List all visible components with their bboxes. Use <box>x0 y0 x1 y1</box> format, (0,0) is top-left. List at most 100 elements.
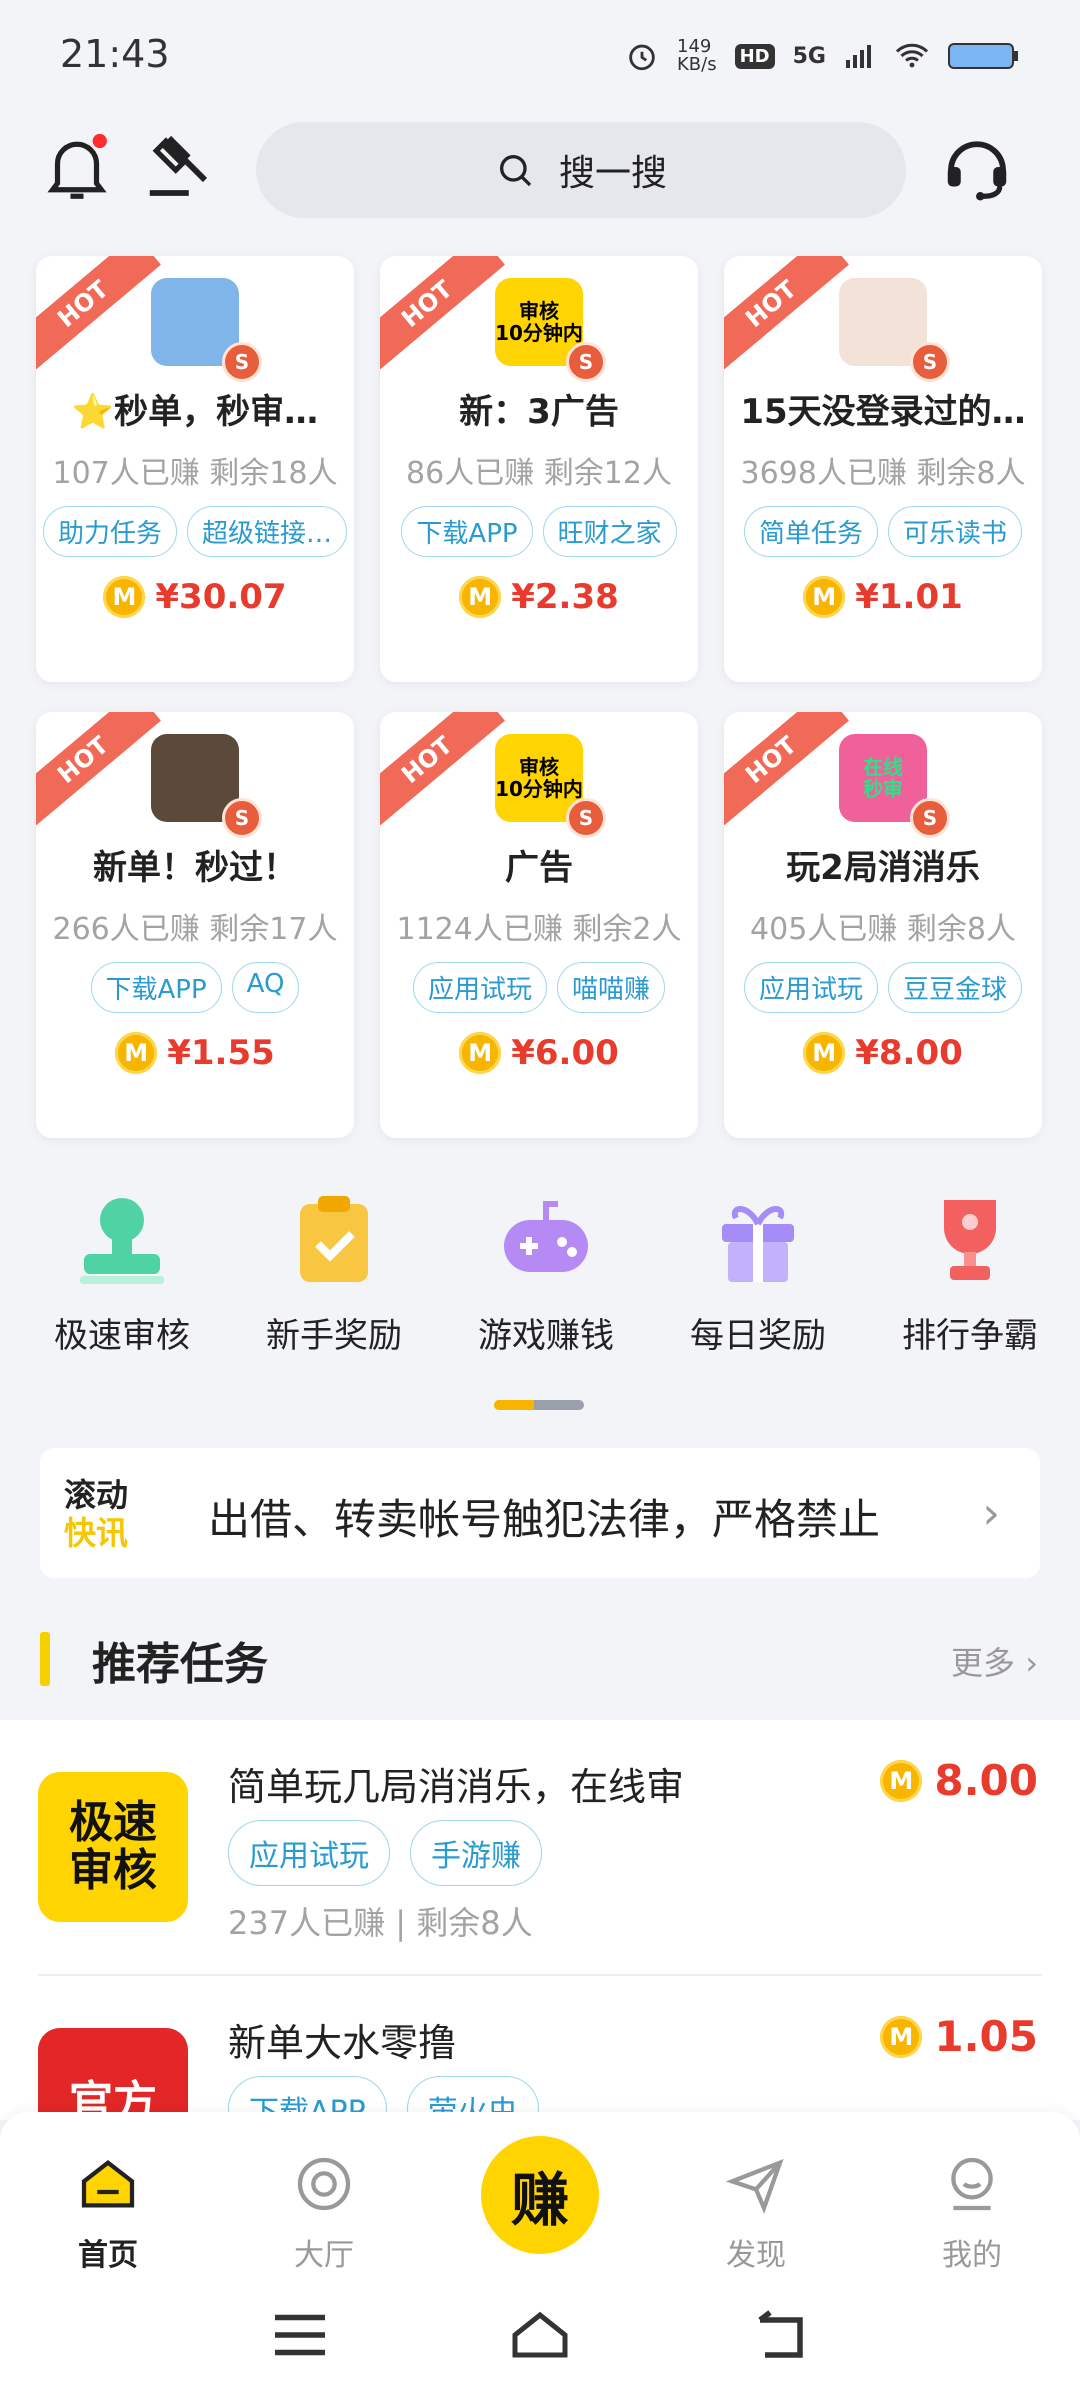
headset-icon[interactable] <box>938 128 1016 206</box>
task-title: 新单大水零撸 <box>228 2021 457 2065</box>
task-thumbnail: 极速 审核 <box>38 1772 188 1922</box>
hot-task-card[interactable]: HOT S ⭐秒单，秒审… 107人已赚 剩余18人助力任务 超级链接… M ¥30.07 <box>36 256 354 682</box>
back-icon[interactable] <box>750 2310 810 2360</box>
coin-icon: M <box>115 1032 158 1074</box>
task-list: 极速 审核 简单玩几局消消乐，在线审 应用试玩 手游赚 237人已赚 | 剩余8人 M 8.… <box>0 1720 1080 2178</box>
coin-icon: M <box>880 2015 923 2058</box>
tag: 应用试玩 <box>743 962 878 1013</box>
tag: 可乐读书 <box>888 506 1023 557</box>
alarm-icon <box>629 44 655 71</box>
s-badge-icon: S <box>566 798 606 838</box>
menu-icon[interactable] <box>270 2310 330 2360</box>
hot-badge: HOT <box>36 256 161 374</box>
news-ticker[interactable]: 滚动 快讯 出借、转卖帐号触犯法律，严格禁止 › <box>40 1448 1040 1578</box>
nav-home[interactable]: 首页 <box>38 2152 178 2274</box>
quick-menu-item[interactable]: 新手奖励 <box>234 1190 434 1357</box>
tag: 助力任务 <box>42 506 177 557</box>
bell-icon[interactable] <box>38 128 116 206</box>
section-accent <box>40 1632 50 1686</box>
hot-badge: HOT <box>724 712 849 830</box>
hot-task-card[interactable]: HOT 审核 10分钟内 S 广告 1124人已赚 剩余2人 应用试玩 喵喵赚 M ¥6.00 <box>380 712 698 1138</box>
tag: 喵喵赚 <box>557 962 666 1013</box>
s-badge-icon: S <box>222 342 262 382</box>
search-bar[interactable]: 搜一搜 <box>256 122 906 218</box>
gamepad-icon <box>496 1190 596 1290</box>
s-badge-icon: S <box>910 798 950 838</box>
news-text: 出借、转卖帐号触犯法律，严格禁止 <box>208 1495 881 1544</box>
card-title: 新：3广告 <box>459 392 619 432</box>
tag: 应用试玩 <box>412 962 547 1013</box>
search-icon <box>499 155 532 187</box>
tag: 旺财之家 <box>542 506 677 557</box>
card-stats: 3698人已赚 剩余8人 <box>740 456 1026 491</box>
hot-badge: HOT <box>380 712 505 830</box>
card-stats: 107人已赚 剩余18人 <box>52 456 338 491</box>
price: ¥1.55 <box>167 1033 275 1073</box>
coin-icon: M <box>459 576 502 618</box>
home-icon <box>81 2159 135 2208</box>
card-price: M ¥8.00 <box>724 1032 1042 1074</box>
task-tags: 应用试玩 手游赚 <box>228 1820 542 1886</box>
quick-menu-item[interactable]: 游戏赚钱 <box>446 1190 646 1357</box>
card-tags: 应用试玩 喵喵赚 <box>380 962 698 1013</box>
carousel-indicator <box>494 1400 584 1410</box>
card-title: ⭐秒单，秒审… <box>71 392 319 432</box>
task-price: M 1.05 <box>880 2012 1038 2061</box>
card-tags: 应用试玩 豆豆金球 <box>724 962 1042 1013</box>
tag: 简单任务 <box>743 506 878 557</box>
s-badge-icon: S <box>910 342 950 382</box>
s-badge-icon: S <box>222 798 262 838</box>
signal-icon <box>846 45 871 68</box>
net-speed: 149 KB/s <box>677 36 717 75</box>
quick-menu-item[interactable]: 每日奖励 <box>658 1190 858 1357</box>
quick-menu-item[interactable]: 排行争霸 <box>870 1190 1070 1357</box>
hot-task-card[interactable]: HOT 审核 10分钟内 S 新：3广告 86人已赚 剩余12人 下载APP 旺财之家 M ¥2… <box>380 256 698 682</box>
nav-discover[interactable]: 发现 <box>686 2152 826 2274</box>
card-title: 15天没登录过的… <box>740 392 1026 432</box>
hd-badge: HD <box>734 43 775 69</box>
status-time: 21:43 <box>60 32 170 76</box>
price: 8.00 <box>934 1756 1038 1805</box>
price: 1.05 <box>934 2012 1038 2061</box>
task-price: M 8.00 <box>880 1756 1038 1805</box>
quick-menu-label: 每日奖励 <box>690 1316 826 1356</box>
tag: 超级链接… <box>187 506 348 557</box>
hot-task-card[interactable]: HOT S 15天没登录过的… 3698人已赚 剩余8人 简单任务 可乐读书 M ¥1.01 <box>724 256 1042 682</box>
home-button-icon[interactable] <box>510 2310 570 2360</box>
earn-button[interactable]: 赚 <box>481 2136 599 2254</box>
stamp-icon <box>72 1190 172 1290</box>
search-placeholder: 搜一搜 <box>558 153 667 194</box>
hot-task-card[interactable]: HOT S 新单！秒过！ 266人已赚 剩余17人 下载APP AQ M ¥1.55 <box>36 712 354 1138</box>
s-badge-icon: S <box>566 342 606 382</box>
price: ¥8.00 <box>855 1033 963 1073</box>
coin-icon: M <box>803 1032 846 1074</box>
nav-hall[interactable]: 大厅 <box>254 2152 394 2274</box>
card-tags: 助力任务 超级链接… <box>36 506 354 557</box>
card-tags: 简单任务 可乐读书 <box>724 506 1042 557</box>
network-type: 5G <box>792 43 826 69</box>
coin-icon: M <box>459 1032 502 1074</box>
price: ¥2.38 <box>511 577 619 617</box>
task-title: 简单玩几局消消乐，在线审 <box>228 1765 685 1809</box>
price: ¥6.00 <box>511 1033 619 1073</box>
tag: 应用试玩 <box>228 1820 390 1886</box>
coin-icon: M <box>803 576 846 618</box>
tag: 豆豆金球 <box>888 962 1023 1013</box>
card-price: M ¥1.55 <box>36 1032 354 1074</box>
profile-icon <box>951 2157 993 2211</box>
paper-plane-icon <box>725 2158 784 2214</box>
gavel-icon[interactable] <box>140 128 218 206</box>
hot-task-card[interactable]: HOT 在线 秒审 S 玩2局消消乐 405人已赚 剩余8人 应用试玩 豆豆金球 M ¥8.00 <box>724 712 1042 1138</box>
card-stats: 86人已赚 剩余12人 <box>406 456 672 491</box>
card-stats: 405人已赚 剩余8人 <box>750 912 1016 947</box>
task-row[interactable]: 极速 审核 简单玩几局消消乐，在线审 应用试玩 手游赚 237人已赚 | 剩余8人 M 8.… <box>0 1720 1080 1976</box>
quick-menu-item[interactable]: 极速审核 <box>22 1190 222 1357</box>
price: ¥1.01 <box>855 577 963 617</box>
nav-profile[interactable]: 我的 <box>902 2152 1042 2274</box>
more-link[interactable]: 更多 › <box>951 1638 1038 1684</box>
quick-menu-label: 排行争霸 <box>902 1316 1038 1356</box>
hot-badge: HOT <box>380 256 505 374</box>
card-price: M ¥6.00 <box>380 1032 698 1074</box>
card-title: 玩2局消消乐 <box>786 848 980 888</box>
card-price: M ¥30.07 <box>36 576 354 618</box>
